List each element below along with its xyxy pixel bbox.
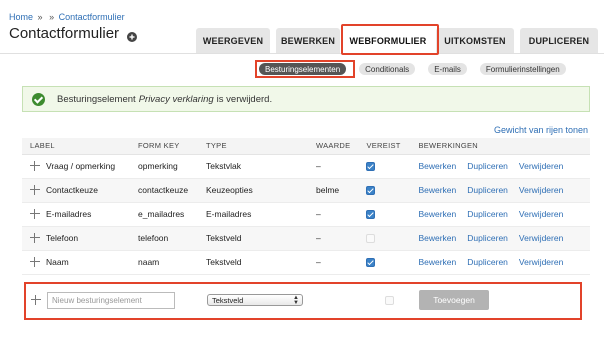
tabs-divider [0,53,604,54]
breadcrumb-home-link[interactable]: Home [9,12,33,22]
delete-link[interactable]: Verwijderen [519,185,563,195]
drag-handle-icon[interactable] [31,295,41,305]
duplicate-link[interactable]: Dupliceren [467,185,508,195]
row-label: Telefoon [46,232,79,243]
delete-link[interactable]: Verwijderen [519,161,563,171]
row-type: Tekstveld [198,250,308,275]
row-label: E-mailadres [46,208,92,219]
delete-link[interactable]: Verwijderen [519,233,563,243]
select-arrows-icon: ▲ ▼ [293,295,299,306]
elements-table: LABEL FORM KEY TYPE WAARDE VEREIST BEWER… [22,138,590,275]
tab-weergeven[interactable]: WEERGEVEN [196,28,270,53]
required-checkbox[interactable] [366,162,376,172]
breadcrumb-separator: » [37,12,43,22]
header-operations: BEWERKINGEN [410,138,590,155]
drag-handle-icon[interactable] [30,257,40,268]
edit-link[interactable]: Bewerken [418,233,456,243]
row-value: – [308,250,359,275]
delete-link[interactable]: Verwijderen [519,257,563,267]
subtab-e-mails[interactable]: E-mails [428,63,467,75]
message-prefix: Besturingselement [57,93,136,105]
row-type: Keuzeopties [198,178,308,203]
primary-tabs: WEERGEVEN BEWERKEN WEBFORMULIER UITKOMST… [196,28,604,53]
drag-handle-icon[interactable] [30,233,40,244]
show-row-weights-link[interactable]: Gewicht van rijen tonen [494,125,588,135]
edit-link[interactable]: Bewerken [418,257,456,267]
breadcrumb: Home » » Contactformulier [9,12,125,22]
element-type-select[interactable]: Tekstveld ▲ ▼ [207,294,303,306]
breadcrumb-separator: » [49,12,55,22]
duplicate-link[interactable]: Dupliceren [467,161,508,171]
required-checkbox[interactable] [366,210,376,220]
required-checkbox[interactable] [366,234,376,244]
new-element-required-checkbox[interactable] [385,296,394,305]
duplicate-link[interactable]: Dupliceren [467,257,508,267]
required-checkbox[interactable] [366,186,376,196]
table-row: Naam naam Tekstveld – Bewerken Dupliceren… [22,250,590,275]
row-label: Vraag / opmerking [46,160,116,171]
header-type: TYPE [198,138,308,155]
breadcrumb-current-link[interactable]: Contactformulier [59,12,125,22]
row-value: – [308,202,359,227]
subtab-conditionals[interactable]: Conditionals [359,63,416,75]
row-form-key: contactkeuze [130,178,198,203]
drag-handle-icon[interactable] [30,209,40,220]
secondary-tabs: Besturingselementen Conditionals E-mails… [259,63,579,75]
duplicate-link[interactable]: Dupliceren [467,209,508,219]
delete-link[interactable]: Verwijderen [519,209,563,219]
edit-link[interactable]: Bewerken [418,209,456,219]
header-label: LABEL [22,138,130,155]
subtab-besturingselementen[interactable]: Besturingselementen [259,63,347,75]
duplicate-link[interactable]: Dupliceren [467,233,508,243]
title-row: Contactformulier [9,25,138,42]
edit-link[interactable]: Bewerken [418,185,456,195]
row-label: Contactkeuze [46,184,98,195]
drag-handle-icon[interactable] [30,185,40,196]
row-value: – [308,154,359,179]
header-form-key: FORM KEY [130,138,198,155]
row-value: belme [308,178,359,203]
table-row: Telefoon telefoon Tekstveld – Bewerken Du… [22,226,590,251]
tab-uitkomsten[interactable]: UITKOMSTEN [436,28,514,53]
table-header-row: LABEL FORM KEY TYPE WAARDE VEREIST BEWER… [22,138,590,155]
required-checkbox[interactable] [366,258,376,268]
plus-circle-icon[interactable] [127,29,138,42]
row-form-key: e_mailadres [130,202,198,227]
element-type-selected: Tekstveld [212,295,244,305]
row-form-key: telefoon [130,226,198,251]
subtab-formulierinstellingen[interactable]: Formulierinstellingen [479,63,566,75]
message-element-name: Privacy verklaring [138,93,214,105]
header-value: WAARDE [308,138,359,155]
row-value: – [308,226,359,251]
new-element-input[interactable]: Nieuw besturingselement [47,292,175,309]
row-label: Naam [46,256,69,267]
drag-handle-icon[interactable] [30,161,40,172]
edit-link[interactable]: Bewerken [418,161,456,171]
page-title: Contactformulier [9,25,120,42]
row-form-key: naam [130,250,198,275]
message-suffix: is verwijderd. [216,93,273,105]
row-form-key: opmerking [130,154,198,179]
tab-bewerken[interactable]: BEWERKEN [276,28,340,53]
check-circle-icon [32,93,45,106]
table-row: Contactkeuze contactkeuze Keuzeopties be… [22,178,590,203]
table-row: E-mailadres e_mailadres E-mailadres – Be… [22,202,590,227]
header-required: VEREIST [358,138,411,155]
row-type: E-mailadres [198,202,308,227]
status-message: Besturingselement Privacy verklaring is … [22,86,590,112]
row-type: Tekstveld [198,226,308,251]
table-row: Vraag / opmerking opmerking Tekstvlak – … [22,154,590,179]
add-element-button[interactable]: Toevoegen [419,290,489,310]
row-type: Tekstvlak [198,154,308,179]
tab-webformulier[interactable]: WEBFORMULIER [346,28,430,53]
tab-dupliceren[interactable]: DUPLICEREN [520,28,598,53]
